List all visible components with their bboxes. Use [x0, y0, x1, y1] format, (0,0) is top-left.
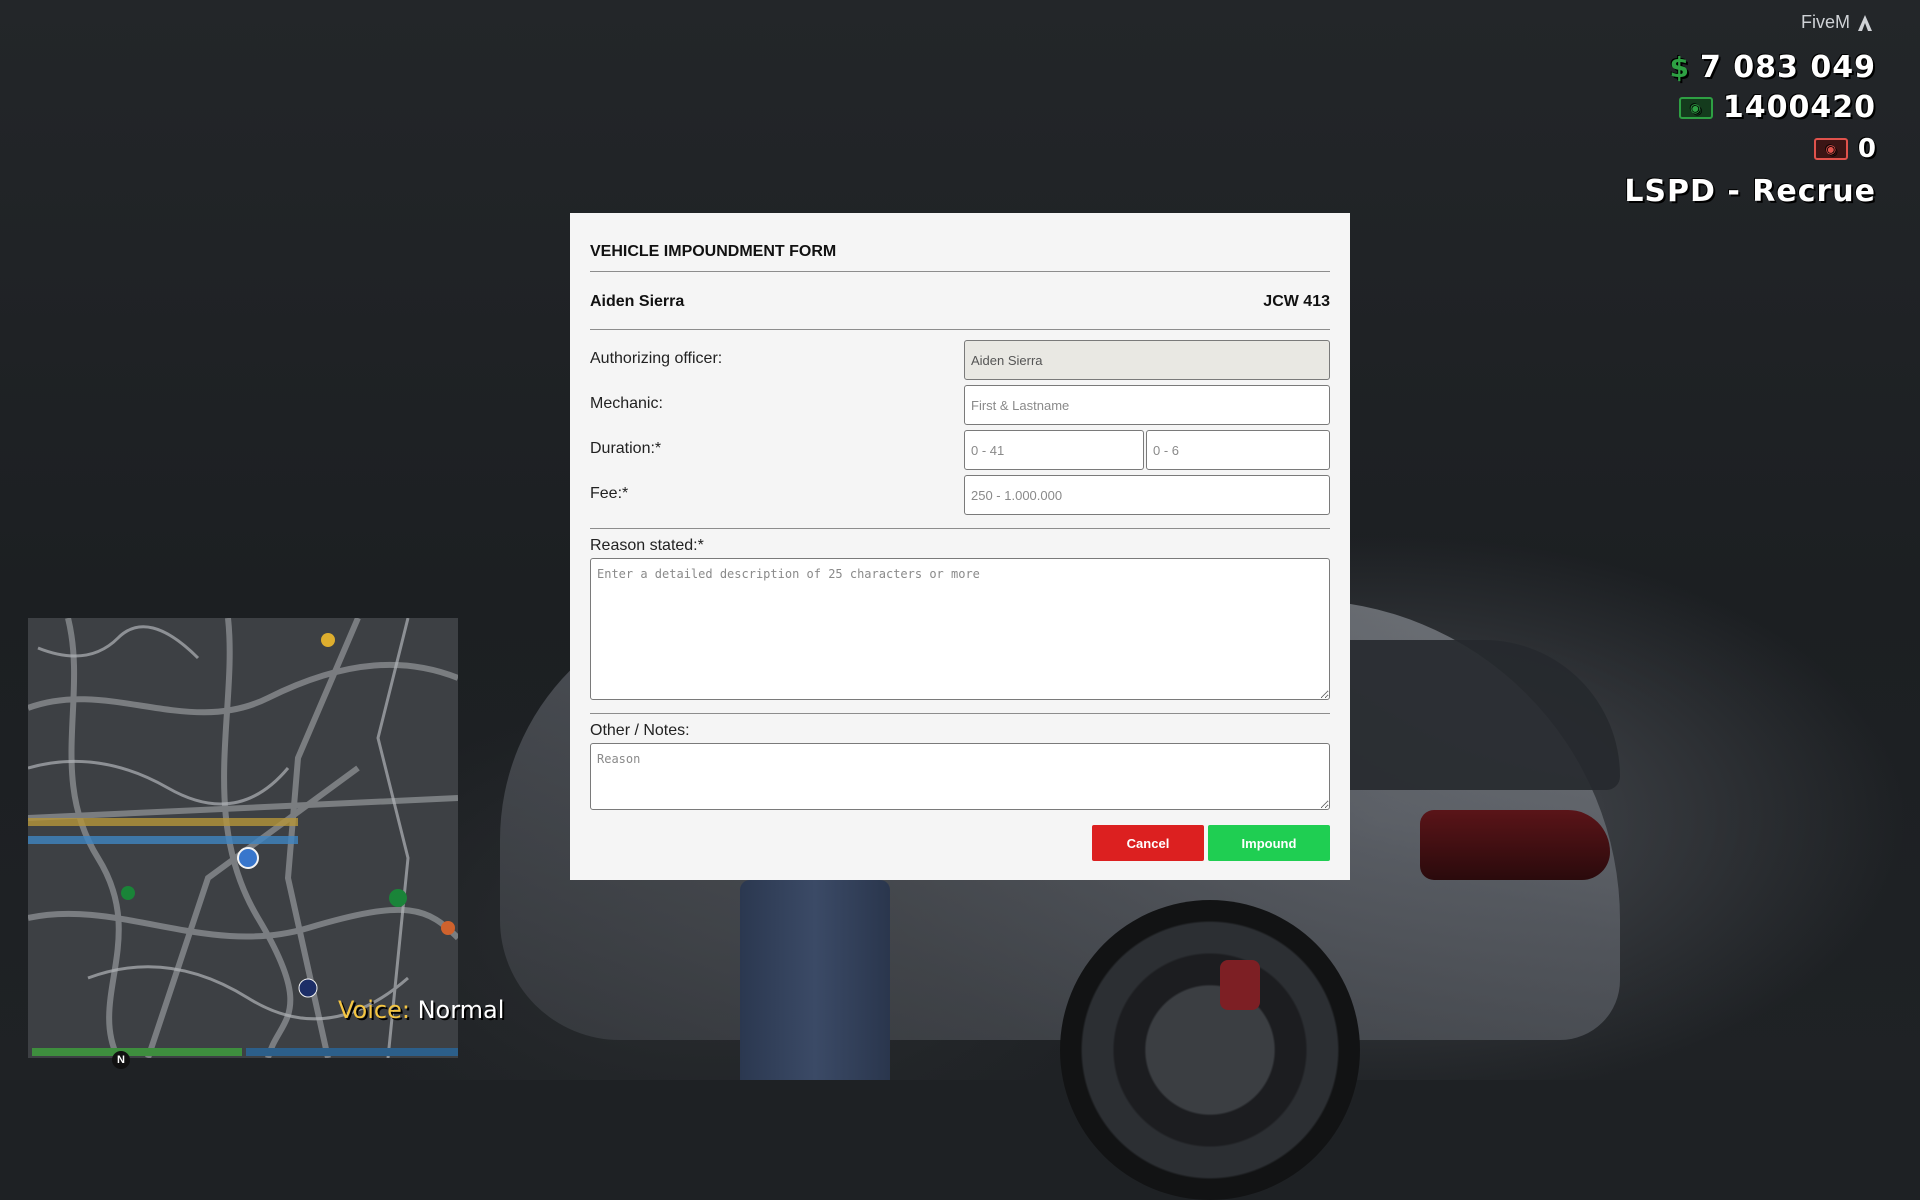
fee-input[interactable] — [964, 475, 1330, 515]
job-label: LSPD - Recrue — [1624, 174, 1876, 209]
player-character — [740, 880, 890, 1080]
minimap-water — [28, 836, 298, 844]
impound-form-modal: VEHICLE IMPOUNDMENT FORM Aiden Sierra JC… — [570, 213, 1350, 880]
notes-textarea[interactable] — [590, 743, 1330, 810]
fivem-logo-icon — [1858, 14, 1872, 31]
impound-button[interactable]: Impound — [1208, 825, 1330, 861]
bank-amount: 1400420 — [1722, 90, 1876, 125]
armor-bar — [246, 1048, 458, 1056]
vehicle-plate: JCW 413 — [1263, 293, 1330, 310]
modal-title: VEHICLE IMPOUNDMENT FORM — [590, 243, 837, 260]
reason-label: Reason stated:* — [590, 537, 704, 554]
minimap-yellow-route — [28, 818, 298, 826]
hud-job: LSPD - Recrue — [1624, 174, 1876, 209]
dollar-icon: $ — [1669, 51, 1690, 84]
cash-amount: 7 083 049 — [1699, 50, 1876, 85]
voice-label: Voice: — [338, 996, 410, 1024]
vehicle-tail-light — [1420, 810, 1610, 880]
person-name: Aiden Sierra — [590, 293, 685, 310]
hud-dirty-money: ◉ 0 — [1813, 134, 1876, 164]
duration-days-input[interactable] — [964, 430, 1144, 470]
authorizing-officer-label: Authorizing officer: — [590, 350, 723, 367]
vehicle-brake-caliper — [1220, 960, 1260, 1010]
divider — [590, 271, 1330, 272]
fivem-label: FiveM — [1801, 12, 1850, 32]
compass-north: N — [112, 1051, 130, 1069]
divider — [590, 528, 1330, 529]
duration-label: Duration:* — [590, 440, 662, 457]
duration-hours-input[interactable] — [1146, 430, 1330, 470]
banknote-icon: ◉ — [1678, 96, 1713, 119]
mechanic-label: Mechanic: — [590, 395, 663, 412]
fivem-brand: FiveM — [1801, 12, 1872, 33]
dirty-banknote-icon: ◉ — [1813, 138, 1848, 160]
cancel-button[interactable]: Cancel — [1092, 825, 1204, 861]
health-bar — [32, 1048, 242, 1056]
reason-textarea[interactable] — [590, 558, 1330, 700]
vehicle-wheel — [1060, 900, 1360, 1200]
voice-indicator: Voice: Normal — [338, 996, 504, 1024]
dirty-money-amount: 0 — [1857, 134, 1876, 164]
voice-mode: Normal — [417, 996, 505, 1024]
divider — [590, 329, 1330, 330]
hud-cash: $ 7 083 049 — [1670, 50, 1877, 85]
hud-bank: ◉ 1400420 — [1678, 90, 1876, 125]
authorizing-officer-input — [964, 340, 1330, 380]
mechanic-input[interactable] — [964, 385, 1330, 425]
notes-label: Other / Notes: — [590, 722, 690, 739]
divider — [590, 713, 1330, 714]
fee-label: Fee:* — [590, 485, 629, 502]
